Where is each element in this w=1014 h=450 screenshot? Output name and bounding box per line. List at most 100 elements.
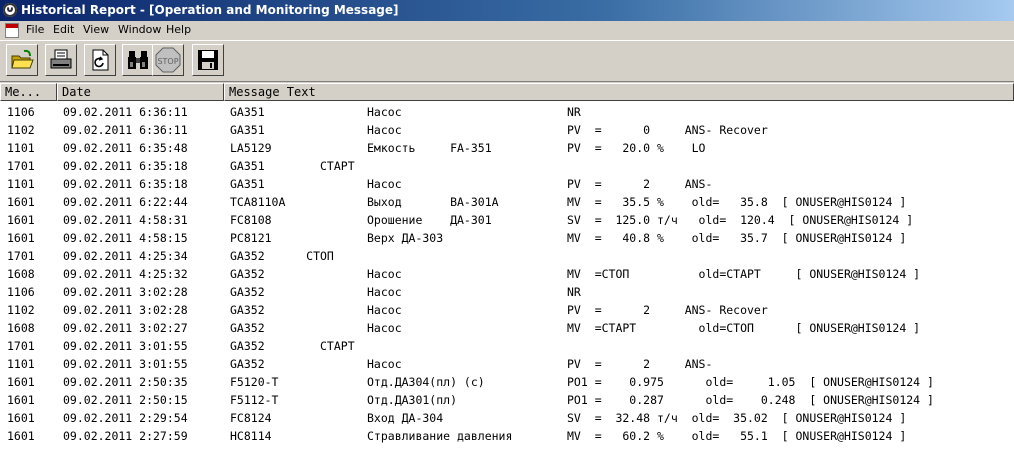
date-cell: 09.02.2011 6:22:44 <box>63 195 188 209</box>
date-cell: 09.02.2011 6:36:11 <box>63 105 188 119</box>
app-icon[interactable] <box>3 3 17 17</box>
table-row[interactable]: 1601 09.02.2011 4:58:31 FC8108 Орошение ДА-… <box>0 212 1014 230</box>
column-header-message-id[interactable]: Me... <box>0 83 57 101</box>
stop-button[interactable]: STOP <box>152 44 184 76</box>
message-cell: Отд.ДА304(пл) (с) <box>367 375 485 389</box>
message-id-cell: 1601 <box>7 195 35 209</box>
value-cell: PO1 = 0.975 old= 1.05 [ ONUSER@HIS0124 ] <box>567 375 934 389</box>
date-cell: 09.02.2011 3:01:55 <box>63 357 188 371</box>
menu-view[interactable]: View <box>83 23 109 36</box>
tag-cell: HC8114 <box>230 429 272 443</box>
table-row[interactable]: 1601 09.02.2011 4:58:15 PC8121 Верх ДА-303 M… <box>0 230 1014 248</box>
tag-cell: F5112-T <box>230 393 279 407</box>
message-id-cell: 1701 <box>7 249 35 263</box>
value-cell: MV = 40.8 % old= 35.7 [ ONUSER@HIS0124 ] <box>567 231 907 245</box>
save-button[interactable] <box>192 44 224 76</box>
tag-cell: GA352 СТОП <box>230 249 334 263</box>
date-cell: 09.02.2011 4:58:15 <box>63 231 188 245</box>
message-cell: Насос <box>367 177 402 191</box>
column-header-message-text[interactable]: Message Text <box>224 83 1014 101</box>
table-row[interactable]: 1601 09.02.2011 2:50:35 F5120-T Отд.ДА304(п… <box>0 374 1014 392</box>
date-cell: 09.02.2011 3:02:27 <box>63 321 188 335</box>
message-cell: Насос <box>367 321 402 335</box>
menu-window[interactable]: Window <box>118 23 161 36</box>
menu-file[interactable]: File <box>26 23 44 36</box>
tag-cell: FC8124 <box>230 411 272 425</box>
value-cell: SV = 32.48 т/ч old= 35.02 [ ONUSER@HIS01… <box>567 411 907 425</box>
date-cell: 09.02.2011 2:29:54 <box>63 411 188 425</box>
table-row[interactable]: 1106 09.02.2011 3:02:28 GA352 Насос NR <box>0 284 1014 302</box>
date-cell: 09.02.2011 3:02:28 <box>63 303 188 317</box>
table-row[interactable]: 1102 09.02.2011 6:36:11 GA351 Насос PV = 0 A… <box>0 122 1014 140</box>
value-cell: PV = 2 ANS- Recover <box>567 303 768 317</box>
value-cell: PV = 2 ANS- <box>567 357 713 371</box>
date-cell: 09.02.2011 6:35:18 <box>63 177 188 191</box>
table-row[interactable]: 1101 09.02.2011 6:35:48 LA5129 Емкость FA-3… <box>0 140 1014 158</box>
tag-cell: FC8108 <box>230 213 272 227</box>
table-row[interactable]: 1608 09.02.2011 4:25:32 GA352 Насос MV =СТОП… <box>0 266 1014 284</box>
toolbar: STOP <box>0 40 1014 82</box>
save-icon <box>198 50 218 70</box>
table-row[interactable]: 1102 09.02.2011 3:02:28 GA352 Насос PV = 2 A… <box>0 302 1014 320</box>
tag-cell: GA352 <box>230 357 265 371</box>
table-row[interactable]: 1101 09.02.2011 6:35:18 GA351 Насос PV = 2 A… <box>0 176 1014 194</box>
message-id-cell: 1106 <box>7 285 35 299</box>
tag-cell: LA5129 <box>230 141 272 155</box>
date-cell: 09.02.2011 6:35:48 <box>63 141 188 155</box>
table-row[interactable]: 1106 09.02.2011 6:36:11 GA351 Насос NR <box>0 104 1014 122</box>
document-icon[interactable] <box>5 23 19 38</box>
table-row[interactable]: 1601 09.02.2011 6:22:44 TCA8110A Выход BA-3… <box>0 194 1014 212</box>
table-row[interactable]: 1608 09.02.2011 3:02:27 GA352 Насос MV =СТАР… <box>0 320 1014 338</box>
table-row[interactable]: 1601 09.02.2011 2:27:59 HC8114 Стравливание… <box>0 428 1014 446</box>
message-cell: Верх ДА-303 <box>367 231 444 245</box>
message-id-cell: 1608 <box>7 321 35 335</box>
print-button[interactable] <box>45 44 77 76</box>
refresh-icon <box>92 49 109 71</box>
message-cell: Орошение ДА-301 <box>367 213 492 227</box>
menu-edit[interactable]: Edit <box>53 23 74 36</box>
title-bar[interactable]: Historical Report - [Operation and Monit… <box>0 0 1014 21</box>
message-id-cell: 1101 <box>7 141 35 155</box>
tag-cell: GA351 <box>230 123 265 137</box>
table-row[interactable]: 1601 09.02.2011 2:50:15 F5112-T Отд.ДА301(п… <box>0 392 1014 410</box>
message-id-cell: 1601 <box>7 375 35 389</box>
message-list[interactable]: Me... Date Message Text 1106 09.02.2011 6… <box>0 83 1014 450</box>
value-cell: PV = 2 ANS- <box>567 177 713 191</box>
list-rows: 1106 09.02.2011 6:36:11 GA351 Насос NR 1102 09… <box>0 104 1014 446</box>
date-cell: 09.02.2011 2:50:35 <box>63 375 188 389</box>
find-button[interactable] <box>122 44 154 76</box>
date-cell: 09.02.2011 6:36:11 <box>63 123 188 137</box>
menu-help[interactable]: Help <box>166 23 191 36</box>
table-row[interactable]: 1701 09.02.2011 6:35:18 GA351 СТАРТ <box>0 158 1014 176</box>
tag-cell: F5120-T <box>230 375 279 389</box>
refresh-button[interactable] <box>84 44 116 76</box>
date-cell: 09.02.2011 3:01:55 <box>63 339 188 353</box>
tag-cell: GA352 <box>230 303 265 317</box>
value-cell: SV = 125.0 т/ч old= 120.4 [ ONUSER@HIS01… <box>567 213 914 227</box>
list-header: Me... Date Message Text <box>0 83 1014 101</box>
date-cell: 09.02.2011 4:25:34 <box>63 249 188 263</box>
value-cell: PO1 = 0.287 old= 0.248 [ ONUSER@HIS0124 … <box>567 393 934 407</box>
value-cell: MV = 60.2 % old= 55.1 [ ONUSER@HIS0124 ] <box>567 429 907 443</box>
message-id-cell: 1701 <box>7 159 35 173</box>
message-id-cell: 1601 <box>7 429 35 443</box>
table-row[interactable]: 1701 09.02.2011 3:01:55 GA352 СТАРТ <box>0 338 1014 356</box>
message-id-cell: 1101 <box>7 177 35 191</box>
window-title: Historical Report - [Operation and Monit… <box>21 3 399 17</box>
value-cell: PV = 0 ANS- Recover <box>567 123 768 137</box>
message-cell: Емкость FA-351 <box>367 141 492 155</box>
value-cell: MV = 35.5 % old= 35.8 [ ONUSER@HIS0124 ] <box>567 195 907 209</box>
message-id-cell: 1701 <box>7 339 35 353</box>
table-row[interactable]: 1101 09.02.2011 3:01:55 GA352 Насос PV = 2 A… <box>0 356 1014 374</box>
table-row[interactable]: 1601 09.02.2011 2:29:54 FC8124 Вход ДА-304 S… <box>0 410 1014 428</box>
stop-label: STOP <box>157 57 178 66</box>
message-id-cell: 1101 <box>7 357 35 371</box>
message-cell: Насос <box>367 123 402 137</box>
message-cell: Насос <box>367 357 402 371</box>
message-cell: Отд.ДА301(пл) <box>367 393 458 407</box>
tag-cell: GA352 СТАРТ <box>230 339 355 353</box>
table-row[interactable]: 1701 09.02.2011 4:25:34 GA352 СТОП <box>0 248 1014 266</box>
column-header-date[interactable]: Date <box>57 83 224 101</box>
message-id-cell: 1601 <box>7 213 35 227</box>
open-button[interactable] <box>6 44 38 76</box>
